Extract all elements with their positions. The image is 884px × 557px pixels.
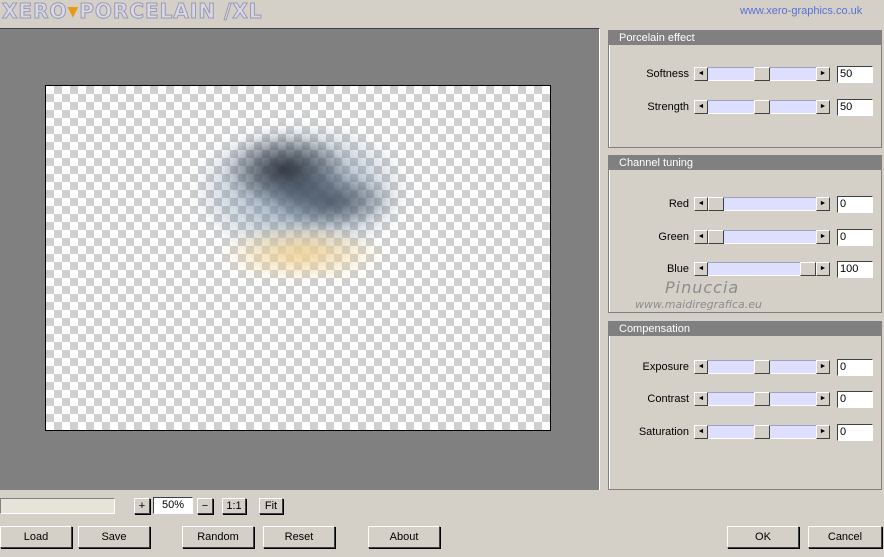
panel-title-compensation: Compensation — [609, 322, 881, 336]
red-label: Red — [668, 198, 689, 210]
preview-image-cloud — [151, 96, 451, 306]
softness-decrement-arrow-icon[interactable]: ◄ — [694, 67, 708, 81]
strength-slider-thumb[interactable] — [754, 100, 770, 114]
watermark-url: www.maidiregrafica.eu — [635, 298, 762, 311]
zoom-1to1-button[interactable]: 1:1 — [222, 498, 246, 514]
blue-value-field[interactable]: 100 — [837, 261, 873, 278]
softness-value-field[interactable]: 50 — [837, 66, 873, 83]
saturation-increment-arrow-icon[interactable]: ► — [816, 425, 830, 439]
strength-value-field[interactable]: 50 — [837, 99, 873, 116]
save-button[interactable]: Save — [78, 526, 150, 548]
status-bar — [0, 498, 115, 514]
load-button[interactable]: Load — [0, 526, 72, 548]
zoom-fit-button[interactable]: Fit — [259, 498, 283, 514]
red-slider-track[interactable] — [708, 197, 816, 211]
channel-tuning-panel: Channel tuning Red ◄ ► 0 Green ◄ ► 0 Blue … — [608, 155, 882, 313]
exposure-label: Exposure — [642, 361, 689, 373]
reset-button[interactable]: Reset — [263, 526, 335, 548]
green-slider-thumb[interactable] — [708, 230, 724, 244]
green-slider-track[interactable] — [708, 230, 816, 244]
saturation-decrement-arrow-icon[interactable]: ◄ — [694, 425, 708, 439]
red-decrement-arrow-icon[interactable]: ◄ — [694, 197, 708, 211]
red-slider-thumb[interactable] — [708, 197, 724, 211]
cancel-button[interactable]: Cancel — [808, 526, 882, 548]
website-link[interactable]: www.xero-graphics.co.uk — [740, 5, 862, 17]
softness-slider-thumb[interactable] — [754, 67, 770, 81]
contrast-slider-thumb[interactable] — [754, 392, 770, 406]
strength-decrement-arrow-icon[interactable]: ◄ — [694, 100, 708, 114]
exposure-decrement-arrow-icon[interactable]: ◄ — [694, 360, 708, 374]
green-slider[interactable]: ◄ ► — [694, 230, 830, 244]
compensation-panel: Compensation Exposure ◄ ► 0 Contrast ◄ ► 0… — [608, 321, 882, 490]
watermark-name: Pinuccia — [665, 278, 740, 297]
red-value-field[interactable]: 0 — [837, 196, 873, 213]
exposure-increment-arrow-icon[interactable]: ► — [816, 360, 830, 374]
green-value-field[interactable]: 0 — [837, 229, 873, 246]
contrast-slider[interactable]: ◄ ► — [694, 392, 830, 406]
logo-text-xero: XERO — [1, 0, 68, 23]
logo-triangle-icon: ▼ — [67, 4, 80, 20]
title-bar: XERO▼PORCELAIN /XL www.xero-graphics.co.… — [0, 0, 884, 24]
app-logo: XERO▼PORCELAIN /XL — [1, 0, 263, 23]
blue-increment-arrow-icon[interactable]: ► — [816, 262, 830, 276]
logo-text-porcelain: PORCELAIN /XL — [79, 0, 263, 23]
strength-slider[interactable]: ◄ ► — [694, 100, 830, 114]
contrast-increment-arrow-icon[interactable]: ► — [816, 392, 830, 406]
about-button[interactable]: About — [368, 526, 440, 548]
exposure-slider-thumb[interactable] — [754, 360, 770, 374]
exposure-value-field[interactable]: 0 — [837, 359, 873, 376]
zoom-in-button[interactable]: + — [134, 498, 150, 514]
panel-title-channel: Channel tuning — [609, 156, 881, 170]
zoom-level-field[interactable]: 50% — [153, 497, 193, 514]
random-button[interactable]: Random — [182, 526, 254, 548]
blue-slider[interactable]: ◄ ► — [694, 262, 830, 276]
blue-slider-thumb[interactable] — [800, 262, 816, 276]
panel-title-porcelain: Porcelain effect — [609, 31, 881, 45]
saturation-value-field[interactable]: 0 — [837, 424, 873, 441]
strength-label: Strength — [647, 101, 689, 113]
contrast-value-field[interactable]: 0 — [837, 391, 873, 408]
softness-increment-arrow-icon[interactable]: ► — [816, 67, 830, 81]
blue-decrement-arrow-icon[interactable]: ◄ — [694, 262, 708, 276]
softness-label: Softness — [646, 68, 689, 80]
saturation-slider[interactable]: ◄ ► — [694, 425, 830, 439]
contrast-decrement-arrow-icon[interactable]: ◄ — [694, 392, 708, 406]
red-increment-arrow-icon[interactable]: ► — [816, 197, 830, 211]
exposure-slider[interactable]: ◄ ► — [694, 360, 830, 374]
preview-canvas[interactable] — [45, 85, 551, 431]
blue-label: Blue — [666, 263, 689, 275]
ok-button[interactable]: OK — [727, 526, 799, 548]
saturation-slider-thumb[interactable] — [754, 425, 770, 439]
green-decrement-arrow-icon[interactable]: ◄ — [694, 230, 708, 244]
softness-slider[interactable]: ◄ ► — [694, 67, 830, 81]
green-label: Green — [658, 231, 689, 243]
strength-increment-arrow-icon[interactable]: ► — [816, 100, 830, 114]
zoom-out-button[interactable]: − — [197, 498, 213, 514]
green-increment-arrow-icon[interactable]: ► — [816, 230, 830, 244]
red-slider[interactable]: ◄ ► — [694, 197, 830, 211]
porcelain-effect-panel: Porcelain effect Softness ◄ ► 50 Strength… — [608, 30, 882, 148]
contrast-label: Contrast — [647, 393, 689, 405]
saturation-label: Saturation — [638, 426, 689, 438]
